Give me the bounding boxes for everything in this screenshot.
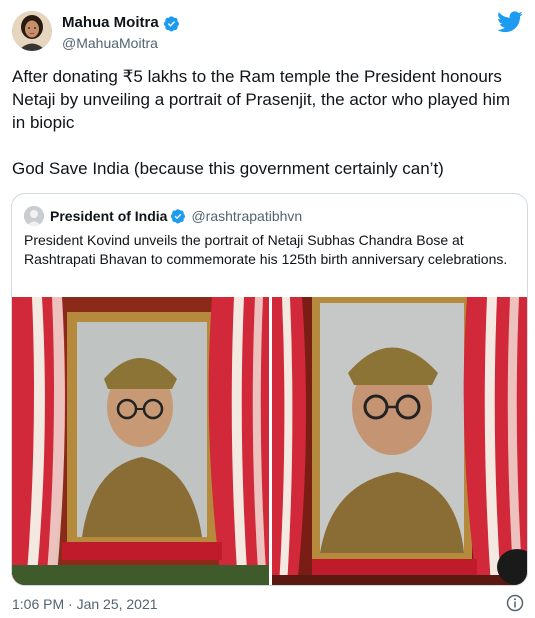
author-avatar[interactable]	[12, 11, 52, 51]
verified-badge-icon	[171, 209, 186, 224]
twitter-bird-icon[interactable]	[497, 11, 523, 33]
tweet-timestamp[interactable]: 1:06 PM · Jan 25, 2021	[12, 596, 158, 612]
photo-right[interactable]	[272, 297, 527, 585]
tweet-header: Mahua Moitra @MahuaMoitra	[12, 11, 523, 51]
tweet-paragraph-1: After donating ₹5 lakhs to the Ram templ…	[12, 67, 510, 132]
quoted-tweet-header: President of India @rashtrapatibhvn	[24, 206, 302, 226]
quoted-author-avatar[interactable]	[24, 206, 44, 226]
quoted-author-name[interactable]: President of India	[50, 208, 167, 224]
quoted-tweet-text: President Kovind unveils the portrait of…	[24, 232, 508, 267]
author-name-text[interactable]: Mahua Moitra	[62, 14, 159, 32]
quoted-media	[12, 297, 527, 585]
quoted-author-handle[interactable]: @rashtrapatibhvn	[191, 208, 302, 224]
verified-badge-icon	[163, 15, 179, 31]
author-handle[interactable]: @MahuaMoitra	[62, 34, 180, 52]
tweet-paragraph-2: God Save India (because this government …	[12, 159, 444, 178]
quoted-tweet[interactable]: President of India @rashtrapatibhvn Pres…	[11, 193, 528, 586]
photo-left[interactable]	[12, 297, 269, 585]
info-icon[interactable]	[506, 594, 524, 612]
tweet-body: After donating ₹5 lakhs to the Ram templ…	[12, 65, 512, 180]
author-name[interactable]: Mahua Moitra	[62, 14, 180, 32]
